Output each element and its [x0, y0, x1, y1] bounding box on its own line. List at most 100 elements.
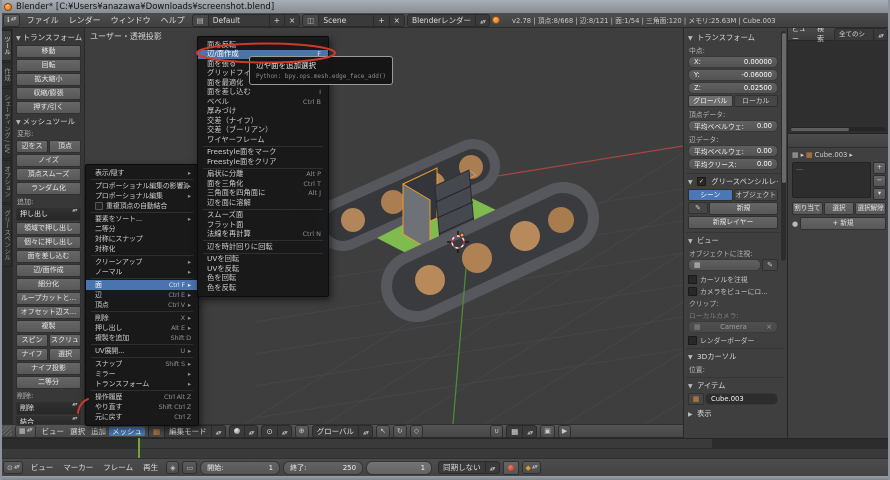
- shelf-tab-1[interactable]: 作成: [0, 62, 12, 87]
- tool-button[interactable]: 細分化: [16, 278, 81, 291]
- mesh-menu-item[interactable]: 辺Ctrl E▸: [86, 290, 198, 300]
- tool-button[interactable]: スピン: [16, 334, 48, 347]
- tool-button[interactable]: 押す/引く: [16, 101, 81, 114]
- info-menu-3[interactable]: ヘルプ: [156, 16, 190, 25]
- face-menu-item[interactable]: 辺を時計回りに回転: [198, 242, 328, 252]
- lock-camera-check[interactable]: カメラをビューにロ...: [688, 286, 778, 296]
- mesh-menu-item[interactable]: 複製を追加Shift D: [86, 333, 198, 343]
- view3d-menu-0[interactable]: ビュー: [39, 427, 68, 436]
- mesh-menu-item[interactable]: UV展開...U▸: [86, 346, 198, 356]
- grease-pencil-checkbox[interactable]: [697, 177, 706, 186]
- mesh-menu-item[interactable]: 頂点Ctrl V▸: [86, 300, 198, 310]
- mesh-menu-item[interactable]: 操作履歴Ctrl Alt Z: [86, 392, 198, 402]
- mesh-menu-item[interactable]: 対称化: [86, 244, 198, 254]
- tool-button[interactable]: 辺をス: [16, 140, 48, 153]
- info-menu-2[interactable]: ウィンドウ: [106, 16, 156, 25]
- render-border-check[interactable]: レンダーボーダー: [688, 335, 778, 345]
- timeline-menu-3[interactable]: 再生: [138, 463, 163, 472]
- tool-button[interactable]: 二等分: [16, 376, 81, 389]
- item-name-field[interactable]: Cube.003: [705, 393, 778, 405]
- timeline-menu-1[interactable]: マーカー: [58, 463, 98, 472]
- editor-type-button[interactable]: ▦ ▲▼: [15, 425, 36, 438]
- engine-name[interactable]: Blenderレンダー: [408, 15, 476, 26]
- deselect-button[interactable]: 選択解除: [855, 202, 886, 215]
- breadcrumb-object-name[interactable]: Cube.003: [815, 151, 848, 159]
- tool-button[interactable]: 面を差し込む: [16, 250, 81, 263]
- face-menu-item[interactable]: 辺を面に溶解: [198, 198, 328, 208]
- tool-button[interactable]: 選択: [49, 348, 81, 361]
- tool-button[interactable]: 収縮/膨張: [16, 87, 81, 100]
- delete-screen-button[interactable]: ×: [285, 15, 299, 26]
- number-field[interactable]: Z:0.02500: [688, 82, 778, 94]
- timeline-menu-2[interactable]: フレーム: [98, 463, 138, 472]
- mesh-menu-item[interactable]: 削除X▸: [86, 313, 198, 323]
- panel-header-transform[interactable]: ▼ トランスフォーム: [688, 33, 778, 43]
- tool-button[interactable]: 拡大縮小: [16, 73, 81, 86]
- scrollbar-thumb[interactable]: [782, 33, 786, 183]
- mesh-menu-item[interactable]: トランスフォーム▸: [86, 379, 198, 389]
- face-menu-item[interactable]: 交差（ナイフ）: [198, 116, 328, 126]
- tool-button[interactable]: 移動: [16, 45, 81, 58]
- mesh-menu-item[interactable]: 面Ctrl F▸: [86, 280, 198, 290]
- eyedropper-button[interactable]: ✎: [762, 259, 778, 271]
- scene-selector[interactable]: ◫ Scene + ×: [302, 14, 405, 27]
- panel-header-grease-pencil[interactable]: ▼ グリースペンシルレイ: [688, 177, 778, 187]
- face-menu-item[interactable]: 色を反転: [198, 283, 328, 293]
- new-material-button[interactable]: + 新規: [800, 217, 886, 230]
- number-field[interactable]: 平均ベベルウェ:0.00: [688, 120, 778, 132]
- mesh-menu-item[interactable]: プロポーショナル編集▸: [86, 191, 198, 201]
- tool-button[interactable]: 領域で押し出し: [16, 222, 81, 235]
- npanel-scrollbar[interactable]: [781, 31, 786, 261]
- tool-button[interactable]: 回転: [16, 59, 81, 72]
- slot-specials-button[interactable]: ▾: [873, 188, 886, 200]
- delete-scene-button[interactable]: ×: [390, 15, 404, 26]
- face-menu-item[interactable]: 面を差し込むI: [198, 88, 328, 98]
- tool-button[interactable]: オフセット辺ス...: [16, 306, 81, 319]
- gp-new-button[interactable]: 新規: [709, 202, 778, 215]
- pivot-select[interactable]: ⊙ ▲▼: [261, 425, 291, 438]
- face-menu-item[interactable]: 法線を再計算Ctrl N: [198, 230, 328, 240]
- select-button[interactable]: 選択: [824, 202, 855, 215]
- face-menu-item[interactable]: ワイヤーフレーム: [198, 135, 328, 145]
- mesh-menu-item[interactable]: ノーマル▸: [86, 267, 198, 277]
- manip-translate-button[interactable]: ↖: [376, 425, 390, 438]
- mesh-menu-item[interactable]: クリーンアップ▸: [86, 257, 198, 267]
- mesh-menu-item[interactable]: やり直すShift Ctrl Z: [86, 402, 198, 412]
- face-menu-item[interactable]: 面を反転: [198, 40, 328, 50]
- panel-header-3d-cursor[interactable]: ▼ 3Dカーソル: [688, 352, 778, 362]
- sync-label[interactable]: 同期しない: [439, 462, 486, 473]
- local-camera-field[interactable]: ▦Camera×: [688, 321, 778, 333]
- remove-slot-button[interactable]: −: [873, 175, 886, 187]
- face-menu-item[interactable]: フラット面: [198, 220, 328, 230]
- view3d-menu-3[interactable]: メッシュ: [109, 427, 145, 436]
- mesh-menu-item[interactable]: ミラー▸: [86, 369, 198, 379]
- tool-button[interactable]: 複製: [16, 320, 81, 333]
- frame-end-field[interactable]: 終了:250: [283, 461, 363, 475]
- face-menu-item[interactable]: ベベルCtrl B: [198, 97, 328, 107]
- face-menu-item[interactable]: UVを回転: [198, 255, 328, 265]
- face-menu-item[interactable]: 色を回転: [198, 274, 328, 284]
- title-bar[interactable]: Blender* [C:¥Users¥anazawa¥Downloads¥scr…: [0, 0, 890, 13]
- orientation-label[interactable]: グローバル: [313, 426, 359, 437]
- number-field[interactable]: 平均ベベルウェ:0.00: [688, 145, 778, 157]
- panel-header-view[interactable]: ▼ ビュー: [688, 236, 778, 246]
- assign-button[interactable]: 割り当て: [792, 202, 823, 215]
- number-field[interactable]: 平均クリース:0.00: [688, 158, 778, 170]
- scene-name[interactable]: Scene: [319, 15, 374, 26]
- mesh-menu-item[interactable]: 重複頂点の自動結合: [86, 201, 198, 211]
- tool-button[interactable]: 頂点: [49, 140, 81, 153]
- tool-button[interactable]: ループカットと...: [16, 292, 81, 305]
- gp-object-button[interactable]: オブジェクト: [734, 189, 779, 201]
- shelf-tab-3[interactable]: オプション: [0, 160, 12, 204]
- number-field[interactable]: X:0.00000: [688, 56, 778, 68]
- material-slots-list[interactable]: —: [792, 162, 871, 198]
- shelf-tab-2[interactable]: シェーディング / UV: [0, 88, 12, 159]
- clear-icon[interactable]: ×: [766, 323, 772, 331]
- add-screen-button[interactable]: +: [270, 15, 285, 26]
- face-menu-item[interactable]: Freestyle面をマーク: [198, 148, 328, 158]
- opengl-render-anim-button[interactable]: ▶: [558, 425, 571, 438]
- editor-type-button[interactable]: ℹ ▲▼: [3, 14, 20, 27]
- mesh-menu-item[interactable]: 押し出しAlt E▸: [86, 323, 198, 333]
- snap-element-select[interactable]: ▦ ▲▼: [506, 425, 537, 438]
- panel-header-item[interactable]: ▼ アイテム: [688, 381, 778, 391]
